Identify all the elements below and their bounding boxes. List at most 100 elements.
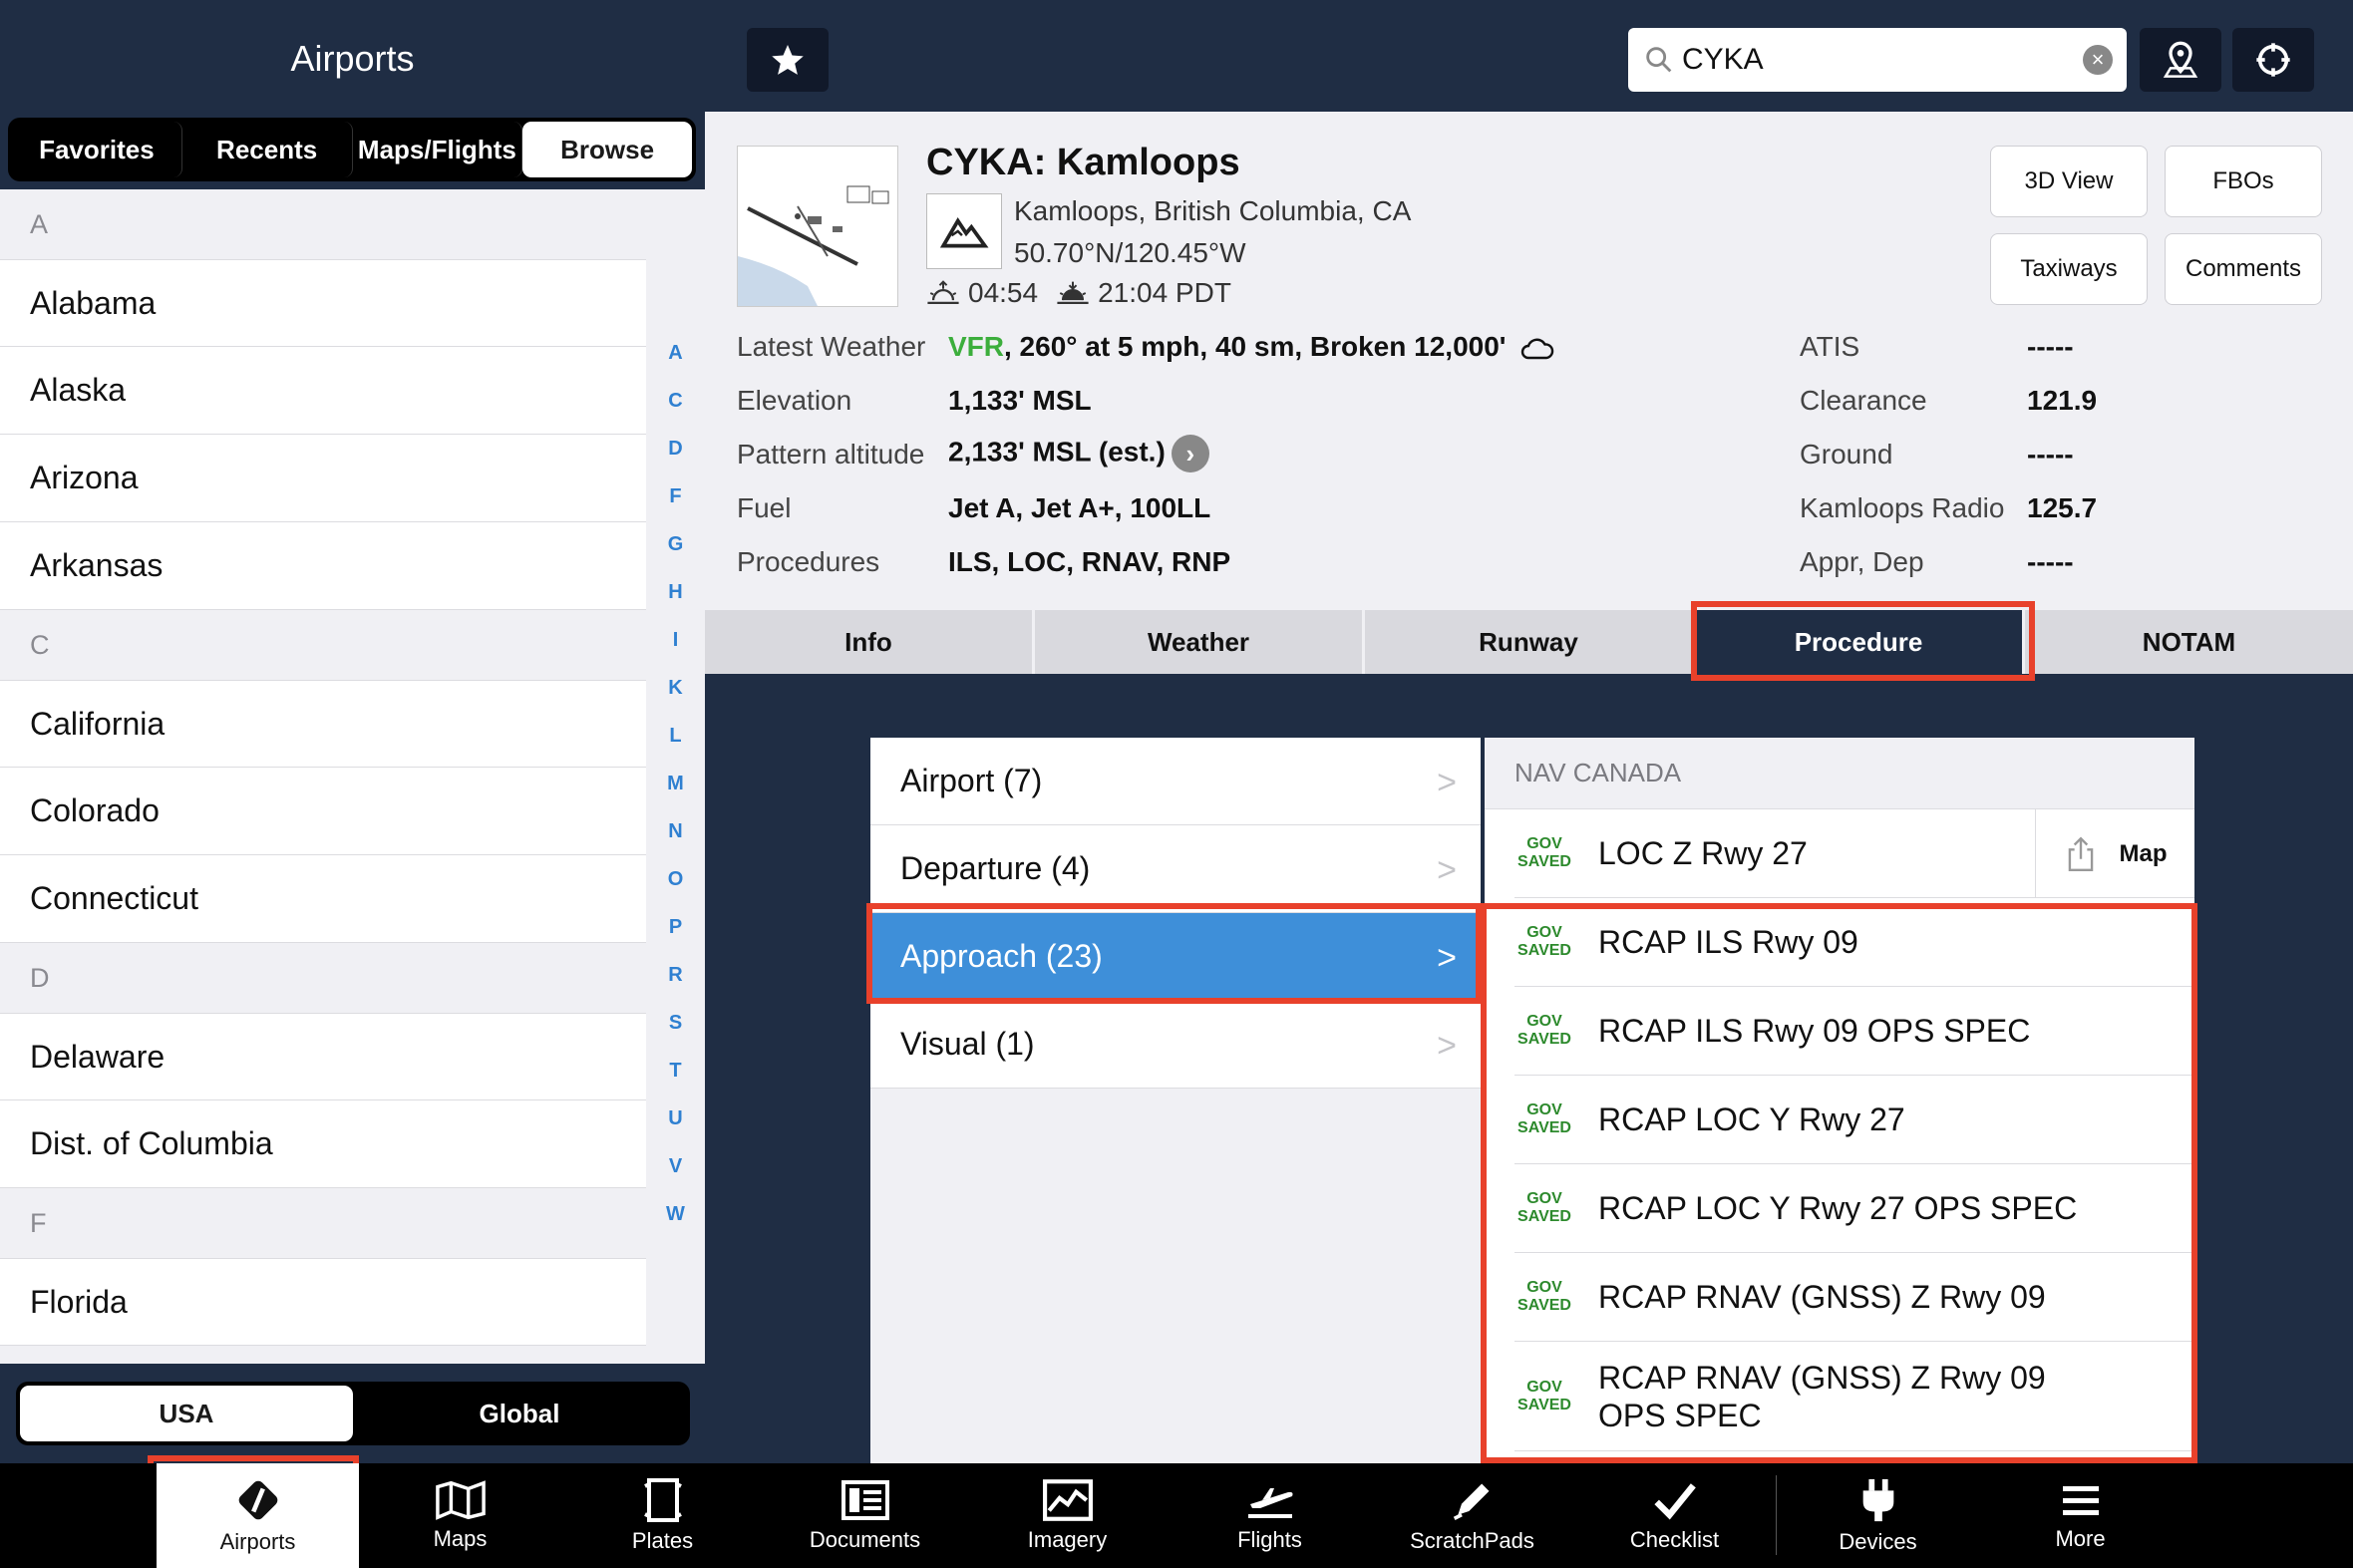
index-letter[interactable]: M: [667, 760, 684, 807]
3d-view-button[interactable]: 3D View: [1990, 146, 2148, 217]
procedure-row[interactable]: GOV SAVED RCAP ILS Rwy 09 OPS SPEC: [1514, 987, 2194, 1076]
toolbar-airports[interactable]: Airports: [157, 1463, 359, 1568]
taxiways-button[interactable]: Taxiways: [1990, 233, 2148, 305]
freq-label: Ground: [1800, 439, 1893, 470]
map-button[interactable]: Map: [2035, 809, 2194, 898]
comments-button[interactable]: Comments: [2165, 233, 2322, 305]
map-pin-icon: [2163, 41, 2198, 78]
toolbar-label: More: [2055, 1525, 2106, 1551]
airport-diagram-thumbnail[interactable]: [737, 146, 898, 307]
index-letter[interactable]: K: [668, 664, 682, 712]
gov-saved-badge: GOV SAVED: [1517, 924, 1571, 959]
toolbar-documents[interactable]: Documents: [764, 1463, 966, 1568]
clear-search-icon[interactable]: ×: [2083, 45, 2113, 75]
freq-value[interactable]: -----: [2027, 331, 2074, 363]
index-letter[interactable]: O: [668, 855, 684, 903]
list-item[interactable]: Connecticut: [0, 855, 646, 943]
index-letter[interactable]: V: [669, 1142, 682, 1190]
toolbar-scratchpads[interactable]: ScratchPads: [1371, 1463, 1573, 1568]
freq-value[interactable]: 121.9: [2027, 385, 2097, 417]
category-departure[interactable]: Departure (4) >: [870, 825, 1481, 913]
search-box[interactable]: ×: [1628, 28, 2127, 92]
region-global-button[interactable]: Global: [353, 1386, 686, 1441]
list-item[interactable]: Alabama: [0, 259, 646, 347]
map-pin-button[interactable]: [2140, 28, 2221, 92]
tab-procedure[interactable]: Procedure: [1695, 610, 2022, 674]
procedure-row[interactable]: GOV SAVED RCAP RNAV (GNSS) Z Rwy 09 OPS S…: [1514, 1342, 2194, 1451]
chevron-right-icon[interactable]: ›: [1171, 435, 1209, 472]
category-visual[interactable]: Visual (1) >: [870, 1001, 1481, 1089]
toolbar-checklist[interactable]: Checklist: [1573, 1463, 1776, 1568]
weather-value[interactable]: VFR, 260° at 5 mph, 40 sm, Broken 12,000…: [948, 331, 1555, 363]
index-letter[interactable]: S: [669, 999, 682, 1047]
sunset-icon: [1057, 281, 1089, 305]
procedure-row[interactable]: GOV SAVED RCAP ILS Rwy 09: [1514, 898, 2194, 987]
index-letter[interactable]: A: [668, 329, 682, 377]
index-letter[interactable]: P: [669, 903, 682, 951]
toolbar-more[interactable]: More: [1979, 1463, 2182, 1568]
tab-maps-flights[interactable]: Maps/Flights: [353, 122, 523, 177]
plates-icon: [643, 1477, 682, 1522]
index-letter[interactable]: U: [668, 1095, 682, 1142]
index-letter[interactable]: C: [668, 377, 682, 425]
procedure-name: RCAP RNAV (GNSS) Z Rwy 09: [1598, 1279, 2046, 1315]
toolbar-label: Airports: [219, 1528, 296, 1554]
toolbar-maps[interactable]: Maps: [359, 1463, 561, 1568]
index-letter[interactable]: T: [669, 1047, 681, 1095]
tab-runway[interactable]: Runway: [1365, 610, 1692, 674]
index-letter[interactable]: H: [668, 568, 682, 616]
procedure-name: RCAP ILS Rwy 09 OPS SPEC: [1598, 1013, 2031, 1049]
index-letter[interactable]: G: [668, 520, 684, 568]
toolbar-label: Documents: [809, 1526, 921, 1552]
freq-value[interactable]: -----: [2027, 546, 2074, 578]
list-item[interactable]: Alaska: [0, 347, 646, 435]
alphabet-index[interactable]: A C D F G H I K L M N O P R S T U V W: [653, 329, 698, 1238]
gov-saved-badge: GOV SAVED: [1517, 835, 1571, 870]
favorite-star-button[interactable]: [747, 28, 829, 92]
list-item[interactable]: Arkansas: [0, 522, 646, 610]
terrain-icon[interactable]: [926, 193, 1002, 269]
toolbar-devices[interactable]: Devices: [1777, 1463, 1979, 1568]
tab-browse[interactable]: Browse: [522, 122, 692, 177]
toolbar-flights[interactable]: Flights: [1169, 1463, 1371, 1568]
index-letter[interactable]: D: [668, 425, 682, 472]
list-item[interactable]: California: [0, 680, 646, 768]
list-item[interactable]: Colorado: [0, 768, 646, 855]
region-usa-button[interactable]: USA: [20, 1386, 353, 1441]
procedure-row[interactable]: GOV SAVED RCAP LOC Y Rwy 27: [1514, 1076, 2194, 1164]
freq-label: Appr, Dep: [1800, 546, 1924, 577]
sidebar-segmented-control: Favorites Recents Maps/Flights Browse: [8, 118, 696, 181]
index-letter[interactable]: W: [666, 1190, 685, 1238]
toolbar-plates[interactable]: Plates: [561, 1463, 764, 1568]
state-list[interactable]: A Alabama Alaska Arizona Arkansas C Cali…: [0, 189, 646, 1364]
list-item[interactable]: Delaware: [0, 1013, 646, 1100]
locate-button[interactable]: [2232, 28, 2314, 92]
pattern-altitude-value[interactable]: 2,133' MSL (est.) ›: [948, 435, 1209, 472]
index-letter[interactable]: L: [669, 712, 681, 760]
index-letter[interactable]: F: [669, 472, 681, 520]
freq-value[interactable]: -----: [2027, 439, 2074, 470]
tab-favorites[interactable]: Favorites: [12, 122, 182, 177]
list-item[interactable]: Arizona: [0, 435, 646, 522]
tab-weather[interactable]: Weather: [1035, 610, 1362, 674]
tab-notam[interactable]: NOTAM: [2025, 610, 2353, 674]
procedure-row[interactable]: GOV SAVED LOC Z Rwy 27 Map: [1514, 809, 2194, 898]
procedure-row[interactable]: GOV SAVED RCAP LOC Y Rwy 27 OPS SPEC: [1514, 1164, 2194, 1253]
list-item[interactable]: Dist. of Columbia: [0, 1100, 646, 1188]
sunrise-icon: [927, 280, 959, 305]
category-label: Departure (4): [900, 850, 1091, 886]
list-item[interactable]: Florida: [0, 1258, 646, 1346]
category-airport[interactable]: Airport (7) >: [870, 738, 1481, 825]
procedure-row[interactable]: GOV SAVED RCAP RNAV (GNSS) Z Rwy 09: [1514, 1253, 2194, 1342]
fbos-button[interactable]: FBOs: [2165, 146, 2322, 217]
freq-label: Clearance: [1800, 385, 1927, 416]
tab-recents[interactable]: Recents: [182, 122, 353, 177]
category-approach[interactable]: Approach (23) >: [870, 913, 1481, 1001]
toolbar-imagery[interactable]: Imagery: [966, 1463, 1169, 1568]
index-letter[interactable]: N: [668, 807, 682, 855]
index-letter[interactable]: R: [668, 951, 682, 999]
search-input[interactable]: [1682, 43, 2061, 77]
freq-value[interactable]: 125.7: [2027, 492, 2097, 524]
index-letter[interactable]: I: [673, 616, 679, 664]
tab-info[interactable]: Info: [705, 610, 1032, 674]
